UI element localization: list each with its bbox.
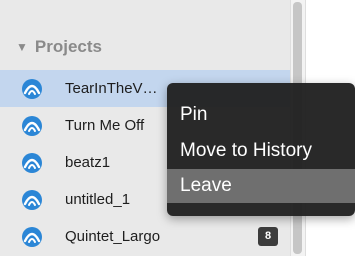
app-window: ▼ Projects TearInTheV… Turn Me Off beatz… <box>0 0 355 256</box>
menu-item-move-to-history[interactable]: Move to History <box>167 134 355 168</box>
project-logo-icon <box>21 115 43 137</box>
section-title: Projects <box>34 37 102 56</box>
project-name: untitled_1 <box>65 191 131 208</box>
project-logo-icon <box>21 189 43 211</box>
menu-item-leave[interactable]: Leave <box>167 169 355 203</box>
project-logo-icon <box>21 152 43 174</box>
project-logo-icon <box>21 226 43 248</box>
project-logo-icon <box>21 78 43 100</box>
unread-count-badge: 8 <box>258 227 278 246</box>
project-name: TearInTheV… <box>65 80 158 97</box>
menu-item-pin[interactable]: Pin <box>167 98 355 132</box>
context-menu: Pin Move to History Leave <box>167 83 355 216</box>
project-name: Quintet_Largo <box>65 228 161 245</box>
project-name: beatz1 <box>65 154 111 171</box>
projects-section-header[interactable]: ▼ Projects <box>16 36 102 58</box>
project-name: Turn Me Off <box>65 117 145 134</box>
triangle-down-icon[interactable]: ▼ <box>16 40 28 54</box>
list-item-project[interactable]: Quintet_Largo 8 <box>0 218 290 255</box>
